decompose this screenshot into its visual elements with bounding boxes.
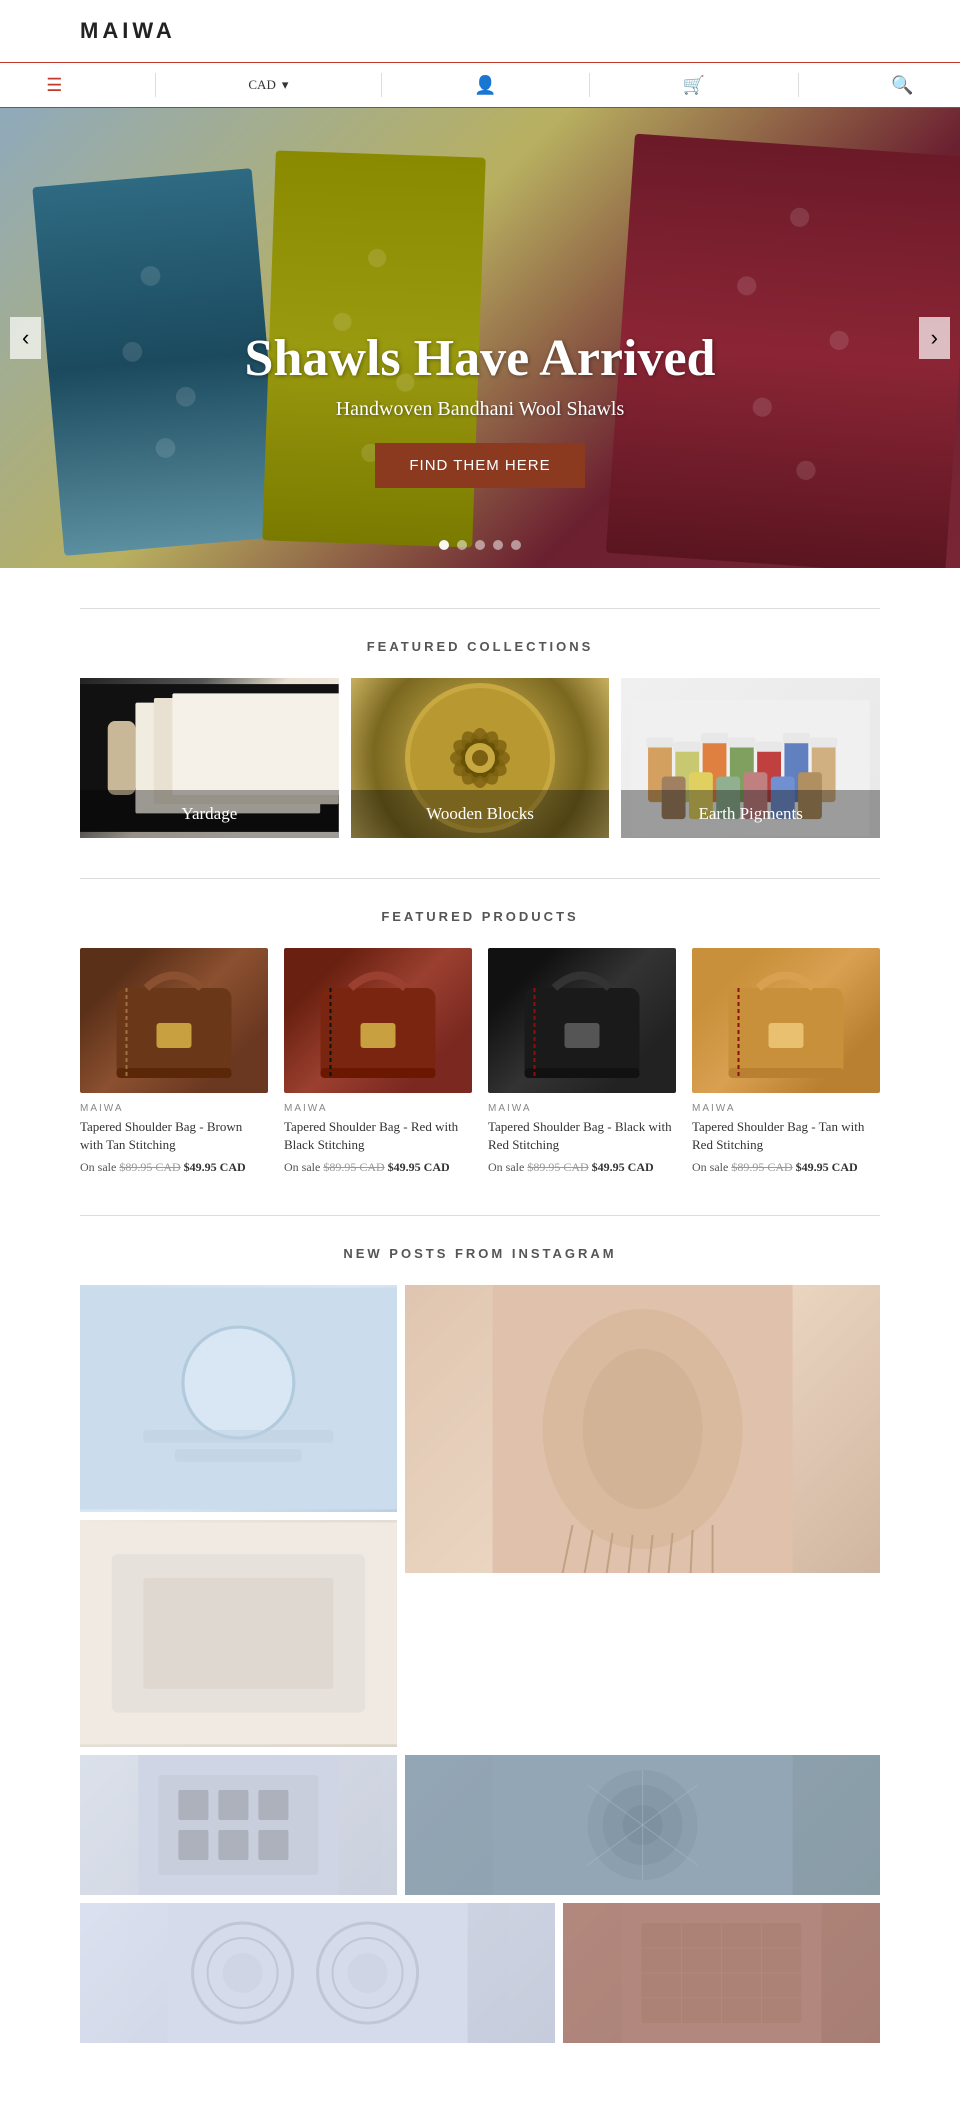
nav-divider-2: [381, 73, 382, 97]
currency-selector[interactable]: CAD ▾: [248, 77, 288, 93]
collection-yardage-label: Yardage: [80, 790, 339, 838]
product-red-bag-image: [284, 948, 472, 1093]
product-4-price: On sale $89.95 CAD $49.95 CAD: [692, 1160, 880, 1175]
hero-title: Shawls Have Arrived: [0, 329, 960, 388]
product-3-name: Tapered Shoulder Bag - Black with Red St…: [488, 1118, 676, 1154]
collections-grid: Yardage: [0, 678, 960, 878]
collection-yardage[interactable]: Yardage: [80, 678, 339, 838]
nav-bar: ☰ CAD ▾ 👤 🛒 🔍: [0, 62, 960, 108]
nav-divider-1: [155, 73, 156, 97]
hero-dot-2[interactable]: [457, 540, 467, 550]
currency-label: CAD: [248, 77, 275, 93]
instagram-post-7[interactable]: [563, 1903, 880, 2043]
bottom-spacer: [0, 2083, 960, 2123]
instagram-post-1[interactable]: [80, 1285, 397, 1512]
product-2-brand: MAIWA: [284, 1103, 472, 1114]
instagram-post-2[interactable]: [80, 1520, 397, 1747]
hero-dot-4[interactable]: [493, 540, 503, 550]
collection-wooden-blocks[interactable]: Wooden Blocks: [351, 678, 610, 838]
product-3-price: On sale $89.95 CAD $49.95 CAD: [488, 1160, 676, 1175]
collection-wooden-blocks-label: Wooden Blocks: [351, 790, 610, 838]
product-2-price: On sale $89.95 CAD $49.95 CAD: [284, 1160, 472, 1175]
hero-dot-1[interactable]: [439, 540, 449, 550]
spacer-1: [0, 568, 960, 608]
product-1-sale-price: $49.95 CAD: [184, 1160, 246, 1174]
instagram-post-4[interactable]: [80, 1755, 397, 1895]
product-2-name: Tapered Shoulder Bag - Red with Black St…: [284, 1118, 472, 1154]
product-3-brand: MAIWA: [488, 1103, 676, 1114]
product-brown-bag[interactable]: MAIWA Tapered Shoulder Bag - Brown with …: [80, 948, 268, 1175]
hero-dot-3[interactable]: [475, 540, 485, 550]
product-4-brand: MAIWA: [692, 1103, 880, 1114]
hero-next-button[interactable]: ›: [919, 317, 950, 359]
account-icon: 👤: [474, 75, 496, 96]
product-4-name: Tapered Shoulder Bag - Tan with Red Stit…: [692, 1118, 880, 1154]
featured-collections-section: FEATURED COLLECTIONS Yardage: [0, 609, 960, 878]
hero-subtitle: Handwoven Bandhani Wool Shawls: [0, 398, 960, 421]
instagram-title: NEW POSTS FROM INSTAGRAM: [80, 1216, 880, 1285]
product-4-sale-label: On sale: [692, 1160, 728, 1174]
product-1-sale-label: On sale: [80, 1160, 116, 1174]
search-icon: 🔍: [891, 75, 913, 96]
product-black-bag[interactable]: MAIWA Tapered Shoulder Bag - Black with …: [488, 948, 676, 1175]
instagram-section: NEW POSTS FROM INSTAGRAM: [0, 1216, 960, 2083]
hero-dots: [0, 540, 960, 550]
product-tan-bag[interactable]: MAIWA Tapered Shoulder Bag - Tan with Re…: [692, 948, 880, 1175]
cart-icon: 🛒: [683, 75, 705, 96]
hero-cta-button[interactable]: FIND THEM HERE: [375, 443, 584, 488]
product-4-original-price: $89.95 CAD: [731, 1160, 792, 1174]
menu-button[interactable]: ☰: [46, 75, 62, 96]
hero-dot-5[interactable]: [511, 540, 521, 550]
instagram-post-6[interactable]: [80, 1903, 555, 2043]
hero-slider: Shawls Have Arrived Handwoven Bandhani W…: [0, 108, 960, 568]
instagram-post-5[interactable]: [405, 1755, 880, 1895]
product-1-brand: MAIWA: [80, 1103, 268, 1114]
product-2-sale-price: $49.95 CAD: [388, 1160, 450, 1174]
product-1-price: On sale $89.95 CAD $49.95 CAD: [80, 1160, 268, 1175]
product-1-original-price: $89.95 CAD: [119, 1160, 180, 1174]
product-red-bag[interactable]: MAIWA Tapered Shoulder Bag - Red with Bl…: [284, 948, 472, 1175]
product-3-sale-price: $49.95 CAD: [592, 1160, 654, 1174]
product-black-bag-image: [488, 948, 676, 1093]
product-tan-bag-image: [692, 948, 880, 1093]
product-2-original-price: $89.95 CAD: [323, 1160, 384, 1174]
collection-earth-pigments[interactable]: Earth Pigments: [621, 678, 880, 838]
hero-content: Shawls Have Arrived Handwoven Bandhani W…: [0, 329, 960, 488]
search-button[interactable]: 🔍: [891, 75, 913, 96]
site-logo[interactable]: MAIWA: [80, 18, 176, 44]
product-4-sale-price: $49.95 CAD: [796, 1160, 858, 1174]
product-3-sale-label: On sale: [488, 1160, 524, 1174]
cart-button[interactable]: 🛒: [683, 75, 705, 96]
menu-icon: ☰: [46, 75, 62, 96]
featured-products-title: FEATURED PRODUCTS: [0, 879, 960, 948]
product-2-sale-label: On sale: [284, 1160, 320, 1174]
featured-products-section: FEATURED PRODUCTS MAIWA Tapered Shoulder…: [0, 879, 960, 1215]
product-1-name: Tapered Shoulder Bag - Brown with Tan St…: [80, 1118, 268, 1154]
account-button[interactable]: 👤: [474, 75, 496, 96]
featured-collections-title: FEATURED COLLECTIONS: [0, 609, 960, 678]
product-brown-bag-image: [80, 948, 268, 1093]
collection-earth-pigments-label: Earth Pigments: [621, 790, 880, 838]
hero-prev-button[interactable]: ‹: [10, 317, 41, 359]
nav-divider-3: [589, 73, 590, 97]
currency-arrow: ▾: [282, 77, 289, 93]
products-grid: MAIWA Tapered Shoulder Bag - Brown with …: [0, 948, 960, 1215]
site-header: MAIWA: [0, 0, 960, 62]
nav-divider-4: [798, 73, 799, 97]
product-3-original-price: $89.95 CAD: [527, 1160, 588, 1174]
instagram-post-3[interactable]: [405, 1285, 880, 1747]
